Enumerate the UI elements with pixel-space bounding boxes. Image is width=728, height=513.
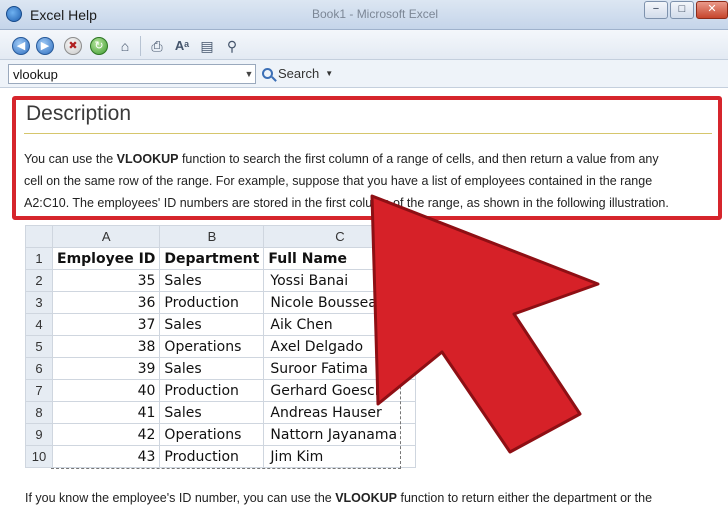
table-header-cell: Department — [159, 247, 265, 270]
row-number: 9 — [25, 423, 53, 446]
table-row: 1 Employee ID Department Full Name — [25, 247, 417, 270]
row-number: 8 — [25, 401, 53, 424]
print-icon[interactable]: ⎙ — [147, 37, 167, 55]
window-title: Excel Help — [30, 7, 97, 23]
table-row: 9 42 Operations Nattorn Jayanama — [25, 423, 417, 446]
full-name-cell: Nattorn Jayanama — [263, 423, 417, 446]
row-number: 2 — [25, 269, 53, 292]
description-text: function to search the first column of a… — [178, 152, 659, 166]
table-header-cell: Employee ID — [51, 247, 161, 270]
full-name-cell: Axel Delgado — [263, 335, 417, 358]
table-row: 3 36 Production Nicole Bousseau — [25, 291, 417, 314]
paragraph-text: If you know the employee's ID number, yo… — [25, 491, 336, 505]
book-icon[interactable]: ▤ — [197, 37, 217, 55]
row-number: 7 — [25, 379, 53, 402]
search-dropdown-icon[interactable]: ▼ — [243, 66, 255, 82]
heading-divider — [24, 133, 712, 134]
row-number: 10 — [25, 445, 53, 468]
back-icon[interactable]: ◀ — [12, 37, 30, 55]
search-button-label: Search — [278, 66, 320, 81]
example-spreadsheet: A B C 1 Employee ID Department Full Name… — [25, 225, 417, 468]
department-cell: Operations — [159, 423, 265, 446]
department-cell: Sales — [159, 401, 265, 424]
department-cell: Operations — [159, 335, 265, 358]
following-paragraph: If you know the employee's ID number, yo… — [25, 491, 725, 505]
select-all-corner — [25, 225, 53, 248]
table-row: 2 35 Sales Yossi Banai — [25, 269, 417, 292]
table-row: 5 38 Operations Axel Delgado — [25, 335, 417, 358]
stop-icon[interactable]: ✖ — [64, 37, 82, 55]
department-cell: Production — [159, 445, 265, 468]
row-number: 6 — [25, 357, 53, 380]
full-name-cell: Aik Chen — [263, 313, 417, 336]
description-heading: Description — [26, 102, 132, 125]
full-name-cell: Suroor Fatima — [263, 357, 417, 380]
department-cell: Sales — [159, 313, 265, 336]
full-name-cell: Gerhard Goeschl — [263, 379, 417, 402]
home-icon[interactable]: ⌂ — [115, 37, 135, 55]
table-row: 6 39 Sales Suroor Fatima — [25, 357, 417, 380]
row-number: 3 — [25, 291, 53, 314]
employee-id-cell: 36 — [51, 291, 161, 314]
row-number: 1 — [25, 247, 53, 270]
employee-id-cell: 40 — [51, 379, 161, 402]
background-window-title: Book1 - Microsoft Excel — [312, 7, 439, 21]
description-text: You can use the — [24, 152, 117, 166]
full-name-cell: Yossi Banai — [263, 269, 417, 292]
department-cell: Sales — [159, 269, 265, 292]
employee-id-cell: 35 — [51, 269, 161, 292]
search-input[interactable] — [8, 64, 256, 84]
pin-icon[interactable]: ⚲ — [222, 37, 242, 55]
text-size-icon[interactable]: Aᵃ — [172, 37, 192, 55]
description-text: A2:C10. The employees' ID numbers are st… — [24, 196, 669, 210]
help-app-icon — [6, 6, 22, 22]
function-name: VLOOKUP — [116, 152, 179, 166]
function-name: VLOOKUP — [335, 491, 398, 505]
table-header-cell: Full Name — [263, 247, 417, 270]
row-number: 4 — [25, 313, 53, 336]
employee-id-cell: 41 — [51, 401, 161, 424]
description-text: cell on the same row of the range. For e… — [24, 174, 653, 188]
search-options-icon: ▼ — [325, 69, 334, 78]
help-toolbar: ◀ ▶ ✖ ↻ ⌂ ⎙ Aᵃ ▤ ⚲ — [0, 30, 728, 60]
paragraph-text: function to return either the department… — [397, 491, 653, 505]
table-row: 10 43 Production Jim Kim — [25, 445, 417, 468]
department-cell: Production — [159, 379, 265, 402]
search-button[interactable]: Search ▼ — [262, 65, 333, 83]
description-paragraph: You can use the VLOOKUP function to sear… — [24, 148, 714, 214]
column-header: B — [159, 225, 265, 248]
employee-id-cell: 37 — [51, 313, 161, 336]
employee-id-cell: 39 — [51, 357, 161, 380]
column-header: C — [263, 225, 417, 248]
column-header: A — [51, 225, 161, 248]
toolbar-separator — [140, 36, 141, 56]
minimize-button[interactable]: − — [644, 1, 668, 19]
full-name-cell: Andreas Hauser — [263, 401, 417, 424]
row-number: 5 — [25, 335, 53, 358]
employee-id-cell: 42 — [51, 423, 161, 446]
table-row: 4 37 Sales Aik Chen — [25, 313, 417, 336]
maximize-button[interactable]: □ — [670, 1, 694, 19]
search-icon — [262, 68, 273, 79]
close-button[interactable]: ✕ — [696, 1, 728, 19]
title-bar: Excel Help Book1 - Microsoft Excel − □ ✕ — [0, 0, 728, 30]
column-header-row: A B C — [25, 225, 417, 248]
description-section: Description You can use the VLOOKUP func… — [12, 96, 722, 220]
employee-id-cell: 38 — [51, 335, 161, 358]
search-bar: ▼ Search ▼ — [0, 60, 728, 88]
full-name-cell: Jim Kim — [263, 445, 417, 468]
table-row: 7 40 Production Gerhard Goeschl — [25, 379, 417, 402]
employee-id-cell: 43 — [51, 445, 161, 468]
refresh-icon[interactable]: ↻ — [90, 37, 108, 55]
full-name-cell: Nicole Bousseau — [263, 291, 417, 314]
table-row: 8 41 Sales Andreas Hauser — [25, 401, 417, 424]
department-cell: Sales — [159, 357, 265, 380]
forward-icon[interactable]: ▶ — [36, 37, 54, 55]
department-cell: Production — [159, 291, 265, 314]
